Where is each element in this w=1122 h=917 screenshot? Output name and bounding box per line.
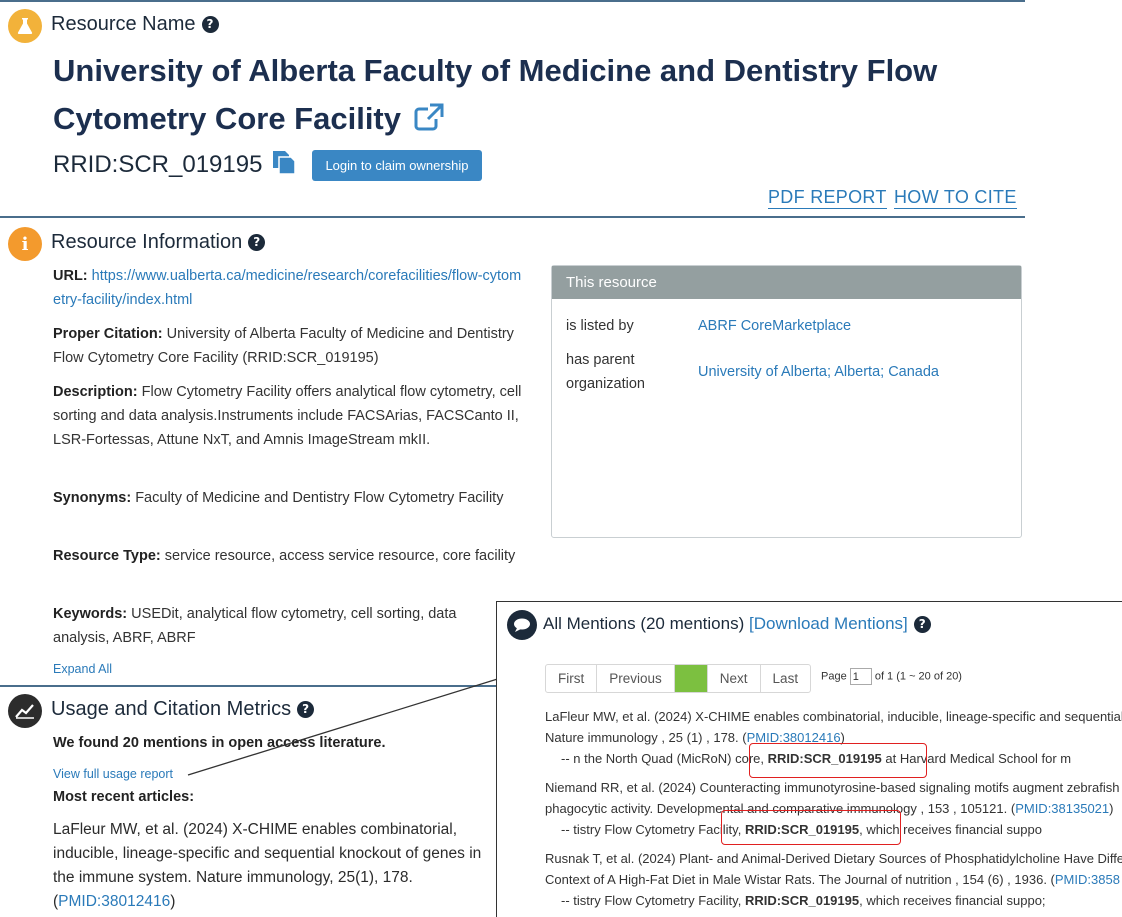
pmid-link[interactable]: PMID:3858 — [1055, 872, 1120, 887]
first-page-button[interactable]: First — [546, 665, 598, 692]
info-icon: i — [8, 227, 42, 261]
help-icon[interactable]: ? — [297, 701, 315, 719]
usage-metrics-heading: Usage and Citation Metrics? — [51, 698, 315, 721]
pmid-link[interactable]: PMID:38135021 — [1015, 801, 1109, 816]
page-title-line1: University of Alberta Faculty of Medicin… — [53, 53, 938, 88]
rrid-label: RRID:SCR_019195 — [53, 149, 297, 179]
last-page-button[interactable]: Last — [761, 665, 811, 692]
top-divider — [0, 0, 1025, 2]
copy-icon[interactable] — [271, 149, 297, 175]
all-mentions-panel: All Mentions (20 mentions) [Download Men… — [496, 601, 1122, 917]
section-divider — [0, 216, 1025, 218]
pagination: First Previous 1 Next Last — [545, 664, 812, 693]
description-field: Description: Flow Cytometry Facility off… — [53, 384, 522, 448]
external-link-icon[interactable] — [414, 103, 446, 131]
page-number-input[interactable]: 1 — [849, 668, 872, 685]
current-page-button[interactable]: 1 — [674, 665, 708, 692]
section-divider — [0, 685, 510, 687]
parent-org-link[interactable]: University of Alberta; Alberta; Canada — [698, 360, 939, 384]
all-mentions-heading: All Mentions (20 mentions) [Download Men… — [543, 614, 931, 634]
expand-all-link[interactable]: Expand All — [53, 662, 112, 676]
resource-url-link[interactable]: https://www.ualberta.ca/medicine/researc… — [53, 268, 521, 308]
help-icon[interactable]: ? — [913, 616, 931, 634]
resource-name-heading: Resource Name? — [51, 13, 219, 36]
pdf-report-link[interactable]: PDF REPORT — [768, 187, 887, 209]
parent-org-label: has parent organization — [566, 352, 645, 392]
panel-title: This resource — [552, 266, 1021, 299]
page-info: Page 1 of 1 (1 ~ 20 of 20) — [821, 668, 962, 685]
comment-icon — [507, 610, 537, 640]
rrid-highlight-box — [749, 743, 927, 778]
recent-article: LaFleur MW, et al. (2024) X-CHIME enable… — [53, 821, 482, 910]
synonyms-field: Synonyms: Faculty of Medicine and Dentis… — [53, 490, 504, 506]
pmid-link[interactable]: PMID:38012416 — [58, 893, 170, 910]
previous-page-button[interactable]: Previous — [597, 665, 675, 692]
proper-citation-field: Proper Citation: University of Alberta F… — [53, 326, 514, 366]
resource-type-field: Resource Type: service resource, access … — [53, 548, 516, 564]
mentions-found-text: We found 20 mentions in open access lite… — [53, 735, 386, 751]
keywords-field: Keywords: USEDit, analytical flow cytome… — [53, 606, 457, 646]
listed-by-link[interactable]: ABRF CoreMarketplace — [698, 314, 851, 338]
mention-item: Rusnak T, et al. (2024) Plant- and Anima… — [545, 851, 1122, 908]
rrid-highlight-box — [721, 810, 901, 845]
claim-ownership-button[interactable]: Login to claim ownership — [312, 150, 482, 181]
url-field: URL: https://www.ualberta.ca/medicine/re… — [53, 268, 522, 308]
help-icon[interactable]: ? — [201, 16, 219, 34]
next-page-button[interactable]: Next — [708, 665, 761, 692]
how-to-cite-link[interactable]: HOW TO CITE — [894, 187, 1017, 209]
flask-icon — [8, 9, 42, 43]
download-mentions-link[interactable]: [Download Mentions] — [749, 614, 908, 633]
line-chart-icon — [8, 694, 42, 728]
most-recent-heading: Most recent articles: — [53, 789, 195, 805]
listed-by-label: is listed by — [566, 318, 634, 334]
help-icon[interactable]: ? — [248, 234, 266, 252]
page-title-line2: Cytometry Core Facility — [53, 101, 446, 137]
resource-information-heading: Resource Information? — [51, 231, 266, 254]
view-usage-report-link[interactable]: View full usage report — [53, 767, 173, 781]
this-resource-panel: This resource is listed by ABRF CoreMark… — [551, 265, 1022, 538]
